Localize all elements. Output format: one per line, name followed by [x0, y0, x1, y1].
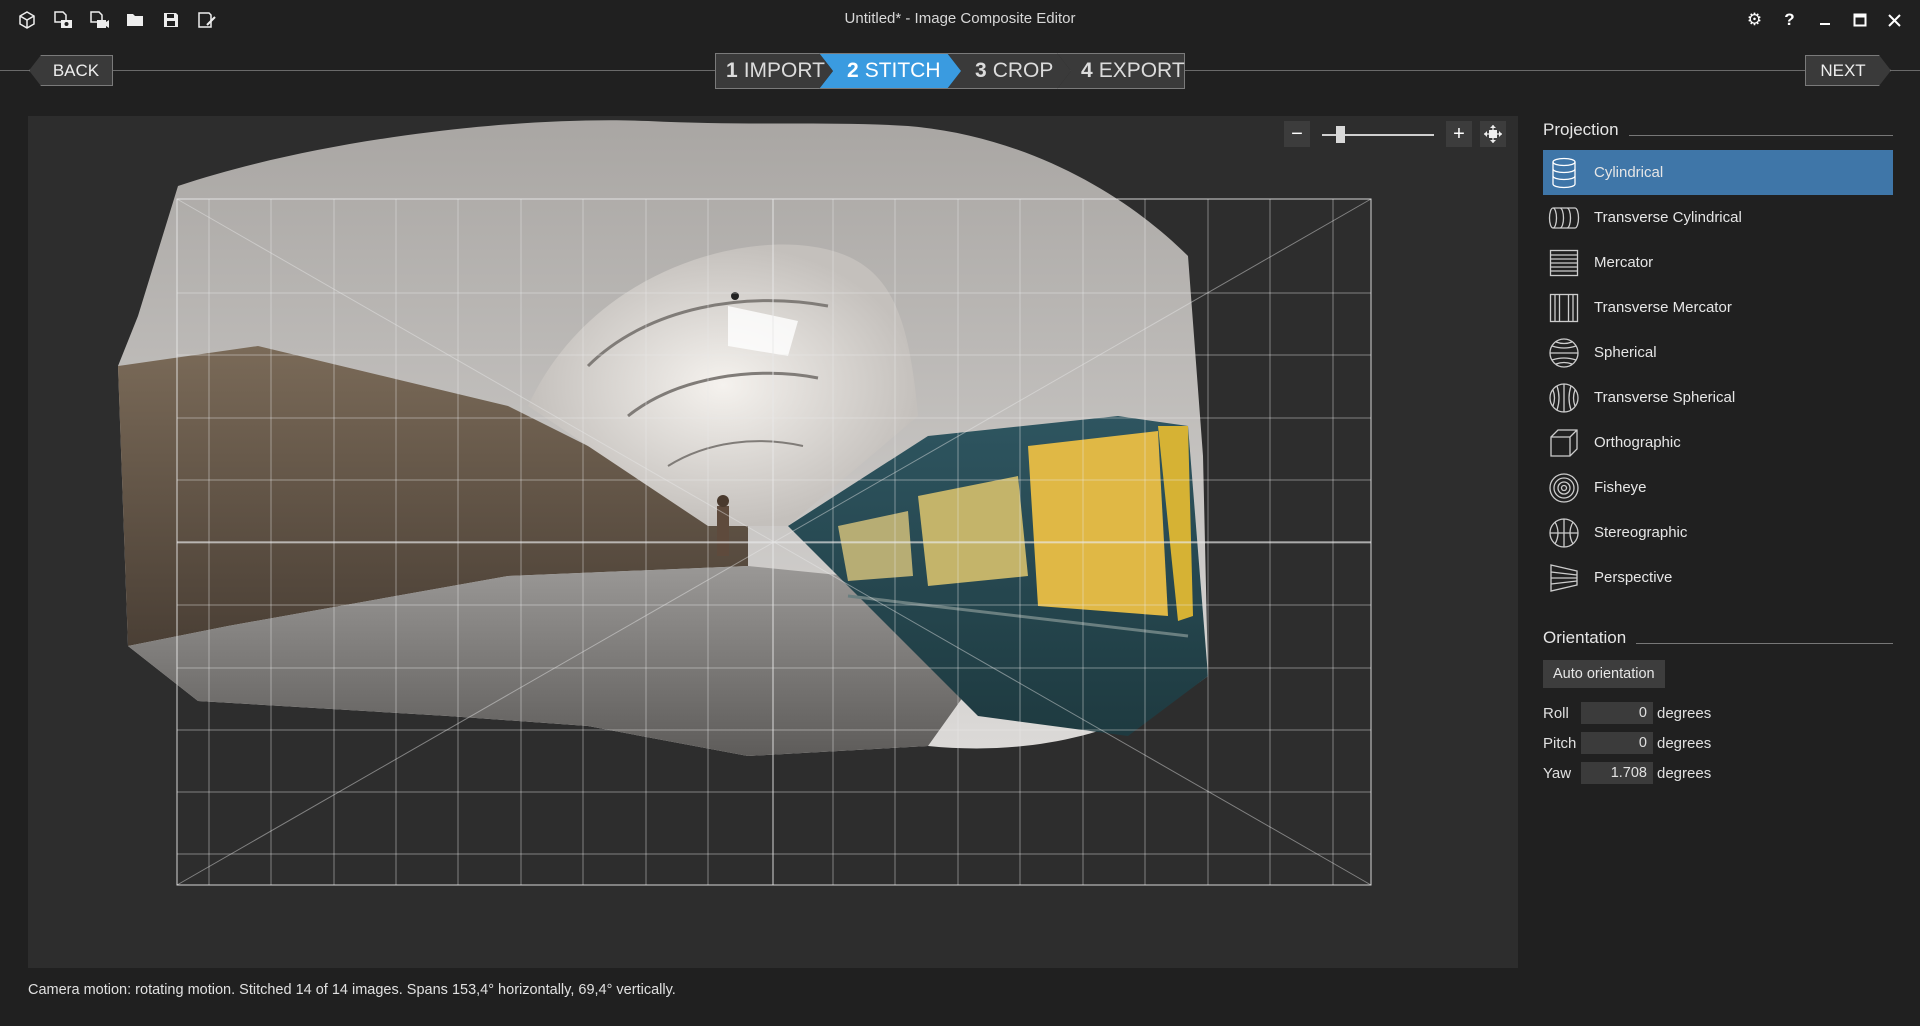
yaw-row: Yaw 1.708 degrees — [1543, 762, 1893, 784]
step-label: EXPORT — [1098, 59, 1185, 82]
projection-label: Transverse Mercator — [1594, 299, 1732, 316]
step-stitch[interactable]: 2 STITCH — [819, 53, 961, 89]
projection-label: Mercator — [1594, 254, 1654, 271]
back-button[interactable]: BACK — [29, 55, 113, 86]
transverse-mercator-icon — [1543, 285, 1585, 330]
projection-list: Cylindrical Transverse Cylindrical Merca… — [1543, 150, 1893, 600]
yaw-unit: degrees — [1657, 764, 1712, 782]
projection-label: Spherical — [1594, 344, 1657, 361]
roll-row: Roll 0 degrees — [1543, 702, 1893, 724]
projection-item-stereographic[interactable]: Stereographic — [1543, 510, 1893, 555]
orientation-heading: Orientation — [1543, 628, 1627, 647]
orthographic-icon — [1543, 420, 1585, 465]
projection-label: Orthographic — [1594, 434, 1681, 451]
projection-item-mercator[interactable]: Mercator — [1543, 240, 1893, 285]
zoom-to-fit-icon[interactable] — [1480, 121, 1506, 147]
projection-label: Stereographic — [1594, 524, 1688, 541]
close-icon[interactable] — [1881, 8, 1908, 32]
next-button[interactable]: NEXT — [1805, 55, 1891, 86]
zoom-in-button[interactable]: + — [1446, 121, 1472, 147]
panorama-preview[interactable] — [28, 116, 1518, 968]
pitch-unit: degrees — [1657, 734, 1712, 752]
zoom-slider-thumb[interactable] — [1336, 126, 1345, 143]
step-label: CROP — [992, 59, 1054, 82]
status-text: Camera motion: rotating motion. Stitched… — [28, 982, 676, 998]
auto-orientation-button[interactable]: Auto orientation — [1543, 660, 1665, 688]
projection-item-transverse-mercator[interactable]: Transverse Mercator — [1543, 285, 1893, 330]
fisheye-icon — [1543, 465, 1585, 510]
title-bar: Untitled* - Image Composite Editor ⚙ ? — [0, 0, 1920, 40]
orientation-header: Orientation — [1543, 624, 1893, 652]
step-import[interactable]: 1 IMPORT — [715, 53, 833, 89]
help-icon[interactable]: ? — [1776, 8, 1803, 32]
projection-item-transverse-spherical[interactable]: Transverse Spherical — [1543, 375, 1893, 420]
yaw-input[interactable]: 1.708 — [1581, 762, 1653, 784]
roll-unit: degrees — [1657, 704, 1712, 722]
settings-icon[interactable]: ⚙ — [1741, 8, 1768, 32]
mercator-icon — [1543, 240, 1585, 285]
pitch-row: Pitch 0 degrees — [1543, 732, 1893, 754]
projection-item-cylindrical[interactable]: Cylindrical — [1543, 150, 1893, 195]
workflow-steps: 1 IMPORT 2 STITCH 3 CROP 4 EXPORT — [715, 53, 1185, 89]
projection-item-perspective[interactable]: Perspective — [1543, 555, 1893, 600]
window-title: Untitled* - Image Composite Editor — [844, 10, 1076, 27]
minimize-icon[interactable] — [1811, 8, 1838, 32]
step-label: IMPORT — [743, 59, 825, 82]
step-export[interactable]: 4 EXPORT — [1057, 53, 1185, 89]
perspective-icon — [1543, 555, 1585, 600]
projection-label: Cylindrical — [1594, 164, 1664, 181]
roll-input[interactable]: 0 — [1581, 702, 1653, 724]
projection-label: Fisheye — [1594, 479, 1647, 496]
zoom-out-button[interactable]: − — [1284, 121, 1310, 147]
step-number: 3 — [975, 59, 987, 82]
pitch-label: Pitch — [1543, 734, 1577, 752]
yaw-label: Yaw — [1543, 764, 1572, 782]
workflow-nav: BACK 1 IMPORT 2 STITCH 3 CROP 4 EXPORT NEXT — [0, 40, 1920, 102]
step-number: 1 — [726, 59, 738, 82]
section-rule — [1636, 642, 1893, 644]
projection-item-orthographic[interactable]: Orthographic — [1543, 420, 1893, 465]
step-crop[interactable]: 3 CROP — [947, 53, 1071, 89]
stereographic-icon — [1543, 510, 1585, 555]
pitch-input[interactable]: 0 — [1581, 732, 1653, 754]
projection-item-spherical[interactable]: Spherical — [1543, 330, 1893, 375]
orientation-section: Orientation Auto orientation Roll 0 degr… — [1543, 624, 1893, 784]
cylindrical-icon — [1543, 150, 1585, 195]
step-number: 4 — [1081, 59, 1093, 82]
transverse-spherical-icon — [1543, 375, 1585, 420]
roll-label: Roll — [1543, 704, 1569, 722]
projection-heading: Projection — [1543, 120, 1619, 139]
settings-panel: Projection Cylindrical Transverse Cylind… — [1543, 116, 1893, 784]
projection-header: Projection — [1543, 116, 1893, 144]
step-label: STITCH — [864, 59, 941, 82]
projection-label: Perspective — [1594, 569, 1673, 586]
maximize-icon[interactable] — [1846, 8, 1873, 32]
window-controls: ⚙ ? — [1741, 8, 1908, 32]
zoom-controls: − + — [1284, 121, 1506, 147]
transverse-cylindrical-icon — [1543, 195, 1585, 240]
section-rule — [1628, 134, 1893, 136]
projection-label: Transverse Spherical — [1594, 389, 1736, 406]
zoom-slider[interactable] — [1322, 121, 1434, 147]
spherical-icon — [1543, 330, 1585, 375]
projection-item-fisheye[interactable]: Fisheye — [1543, 465, 1893, 510]
projection-label: Transverse Cylindrical — [1594, 209, 1742, 226]
step-number: 2 — [847, 59, 859, 82]
projection-item-transverse-cylindrical[interactable]: Transverse Cylindrical — [1543, 195, 1893, 240]
panorama-canvas[interactable] — [28, 116, 1518, 968]
